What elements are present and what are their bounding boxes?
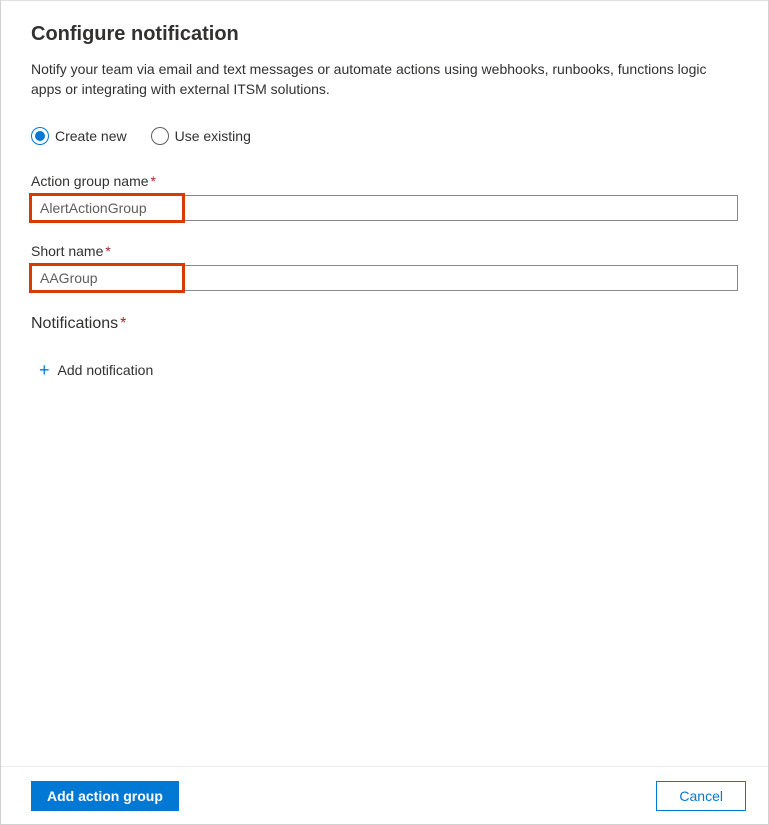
add-notification-label: Add notification xyxy=(58,362,154,378)
add-action-group-button[interactable]: Add action group xyxy=(31,781,179,811)
radio-create-new-label: Create new xyxy=(55,128,127,144)
short-name-input[interactable] xyxy=(31,265,738,291)
notifications-header: Notifications* xyxy=(31,315,738,333)
short-name-label: Short name* xyxy=(31,243,738,259)
plus-icon: + xyxy=(39,361,50,379)
page-description: Notify your team via email and text mess… xyxy=(31,60,738,99)
mode-radio-group: Create new Use existing xyxy=(31,127,738,145)
radio-use-existing-label: Use existing xyxy=(175,128,251,144)
cancel-button[interactable]: Cancel xyxy=(656,781,746,811)
footer-bar: Add action group Cancel xyxy=(1,766,768,824)
radio-use-existing[interactable]: Use existing xyxy=(151,127,251,145)
required-marker: * xyxy=(120,315,126,332)
radio-unselected-icon xyxy=(151,127,169,145)
action-group-name-label: Action group name* xyxy=(31,173,738,189)
required-marker: * xyxy=(151,173,156,189)
action-group-name-input[interactable] xyxy=(31,195,738,221)
add-notification-link[interactable]: + Add notification xyxy=(31,361,738,379)
short-name-field: Short name* xyxy=(31,243,738,291)
radio-selected-icon xyxy=(31,127,49,145)
required-marker: * xyxy=(105,243,110,259)
action-group-name-field: Action group name* xyxy=(31,173,738,221)
page-title: Configure notification xyxy=(31,23,738,46)
radio-create-new[interactable]: Create new xyxy=(31,127,127,145)
